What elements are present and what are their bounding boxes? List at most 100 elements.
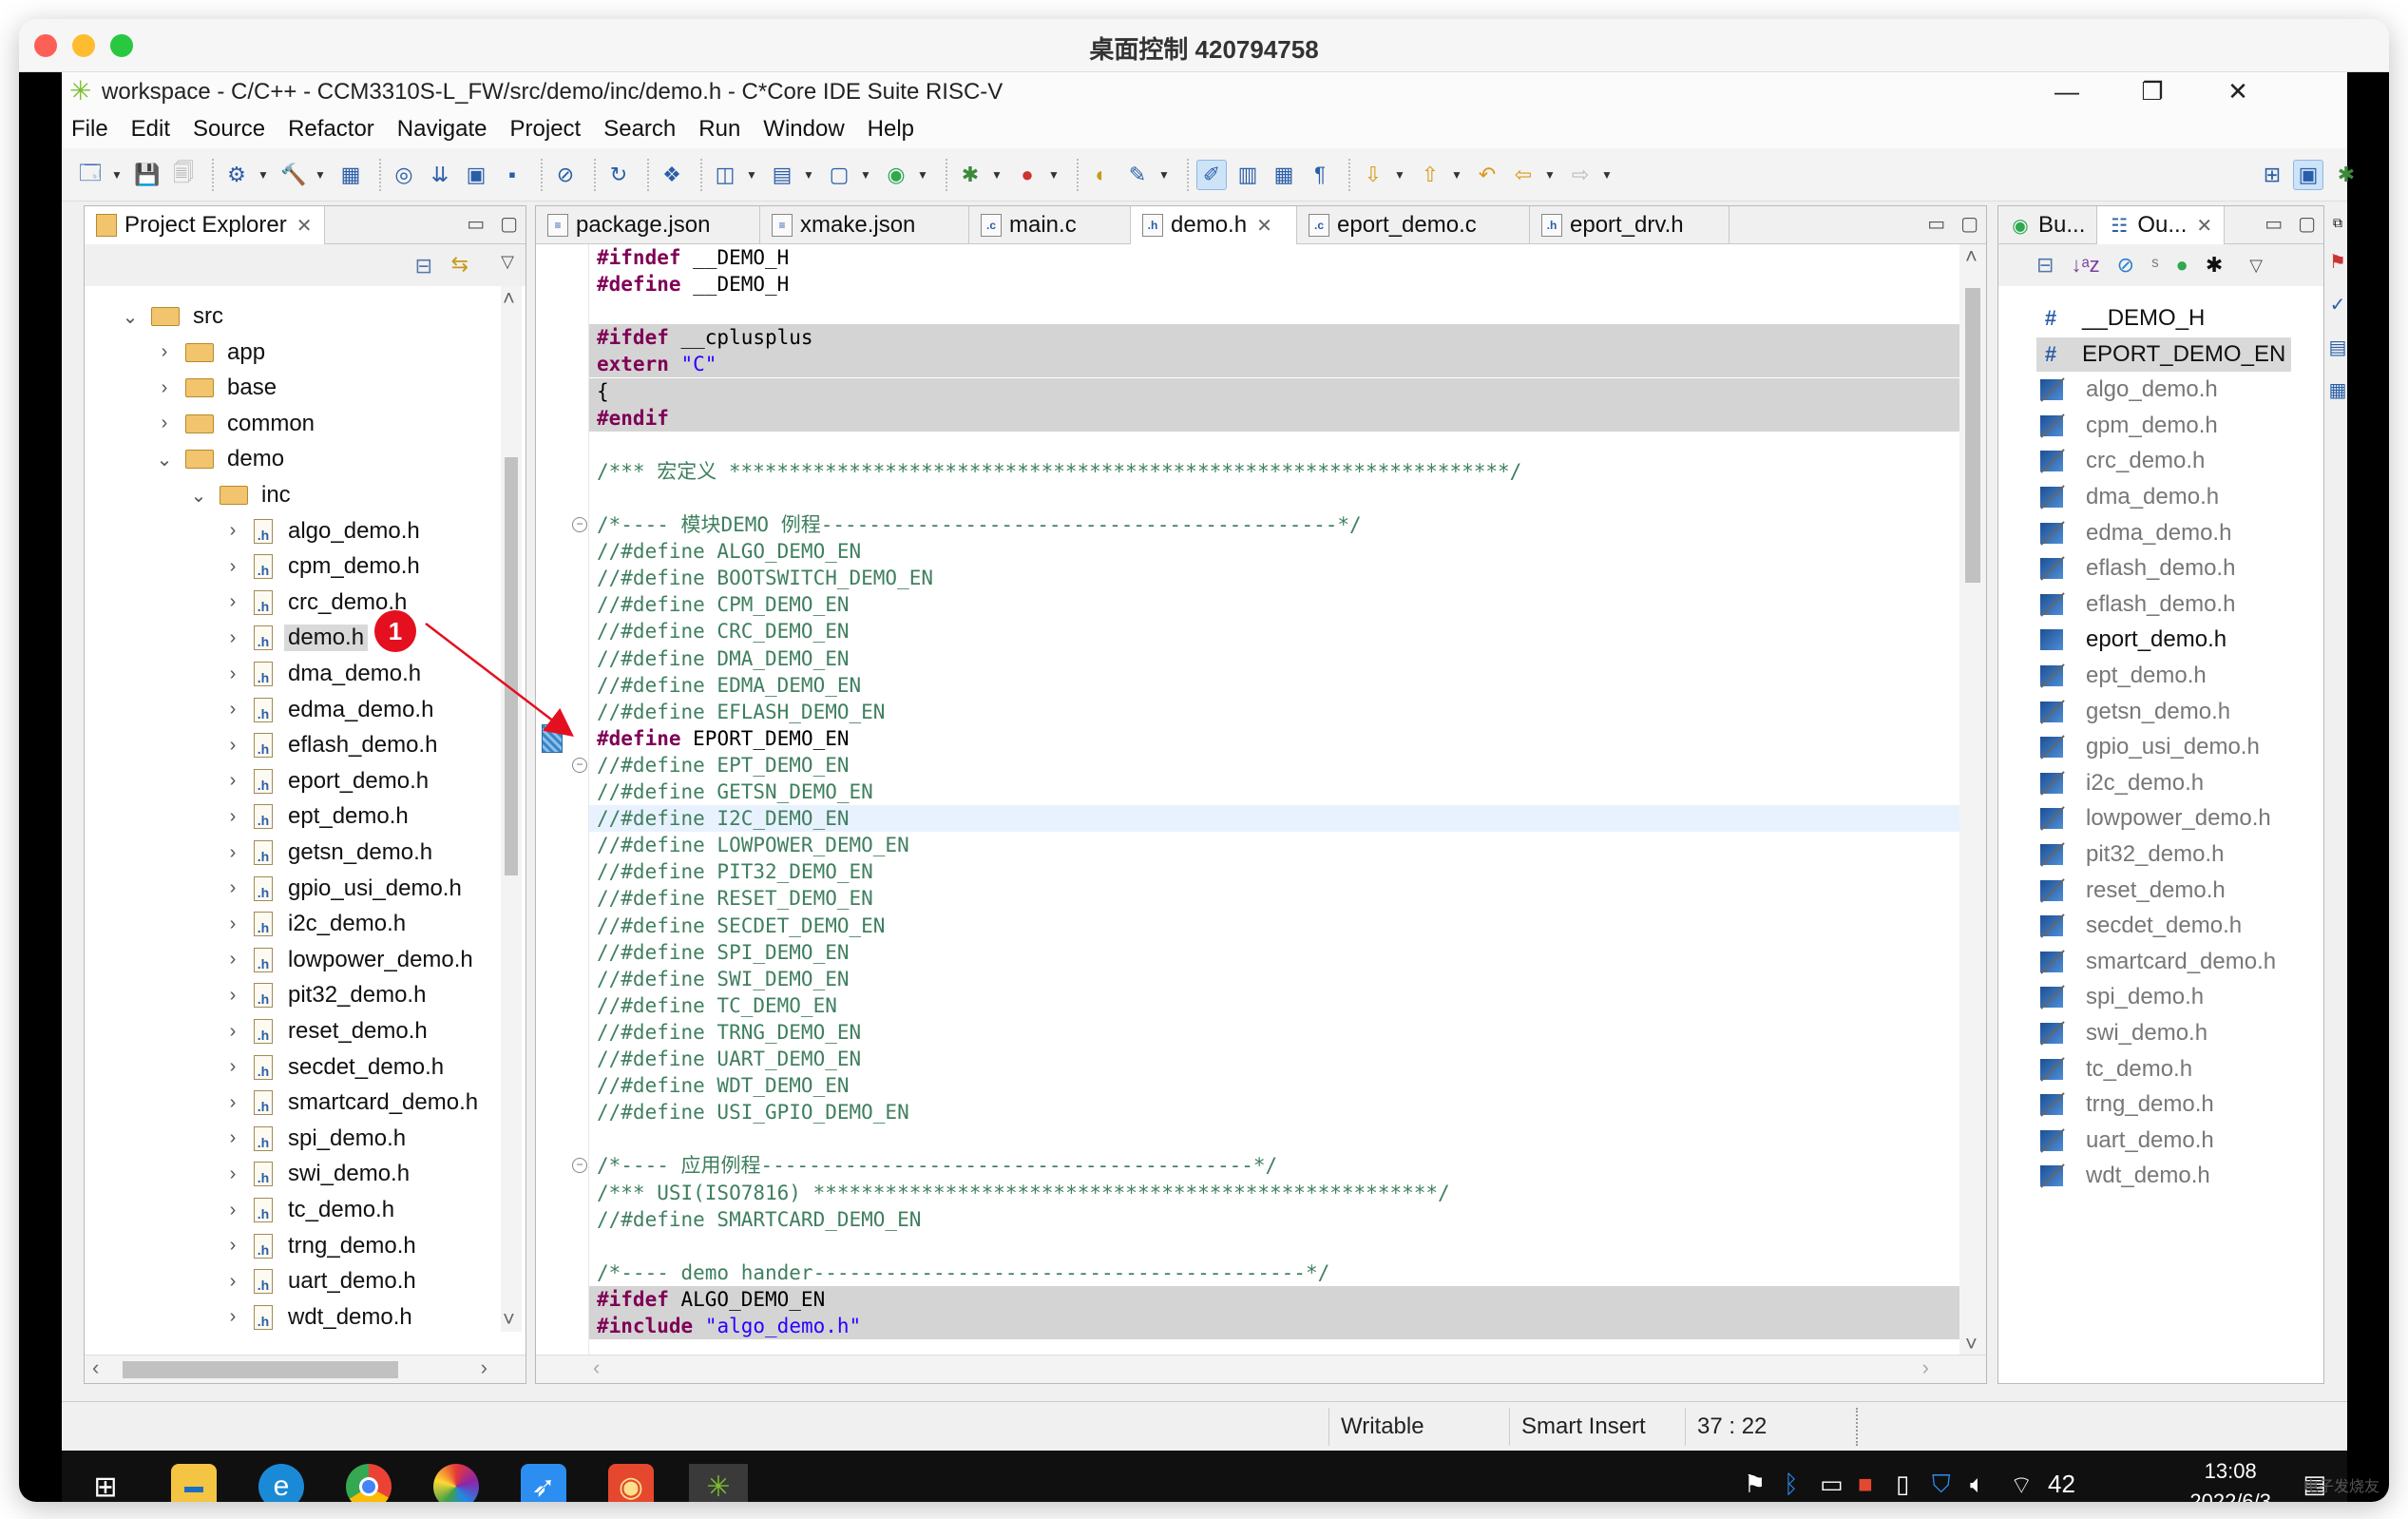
- code-line[interactable]: //#define EPT_DEMO_EN: [589, 752, 1961, 779]
- code-line[interactable]: #endif: [589, 404, 1961, 432]
- code-line[interactable]: //#define EFLASH_DEMO_EN: [589, 699, 1961, 725]
- tree-file[interactable]: › .h eport_demo.h: [221, 764, 432, 798]
- chevron-right-icon[interactable]: ›: [221, 913, 244, 935]
- debug-config-icon[interactable]: ◎: [389, 160, 419, 190]
- security-shield-icon[interactable]: ⛉: [1932, 1470, 1951, 1500]
- fold-toggle-icon[interactable]: −: [572, 517, 587, 532]
- minimize-view-icon[interactable]: ▭: [1927, 212, 1945, 236]
- menu-search[interactable]: Search: [603, 116, 676, 143]
- hide-fields-icon[interactable]: ⊘: [2117, 253, 2134, 278]
- hide-macros-icon[interactable]: ✱: [2206, 253, 2223, 278]
- editor-tab[interactable]: .c eport_demo.c: [1297, 206, 1530, 244]
- code-line[interactable]: //#define GETSN_DEMO_EN: [589, 779, 1961, 805]
- forward-icon[interactable]: ⇨: [1565, 160, 1596, 190]
- chrome-icon[interactable]: [346, 1464, 392, 1502]
- skip-icon[interactable]: ⊘: [550, 160, 581, 190]
- editor-vertical-scrollbar[interactable]: ˄ ˅: [1959, 244, 1986, 1356]
- search-pencil-icon[interactable]: ✎: [1122, 160, 1153, 190]
- volume-icon[interactable]: 🔈︎: [1970, 1470, 1985, 1500]
- code-line[interactable]: //#define EDMA_DEMO_EN: [589, 672, 1961, 699]
- tree-folder[interactable]: ⌄ demo: [153, 442, 288, 476]
- ccore-ide-icon[interactable]: ✳: [689, 1464, 748, 1502]
- code-line[interactable]: /*** USI(ISO7816) **********************…: [589, 1180, 1961, 1206]
- code-line[interactable]: //#define SMARTCARD_DEMO_EN: [589, 1206, 1961, 1233]
- code-line[interactable]: //#define ALGO_DEMO_EN: [589, 538, 1961, 565]
- editor-tab[interactable]: .h demo.h ✕: [1131, 206, 1297, 244]
- scrollbar-thumb[interactable]: [505, 457, 518, 875]
- open-type-icon[interactable]: ◐: [1086, 160, 1117, 190]
- block-select-icon[interactable]: ▥: [1233, 160, 1263, 190]
- change-marker-icon[interactable]: [542, 723, 563, 753]
- windows-start-icon[interactable]: ⊞: [83, 1464, 128, 1503]
- chevron-right-icon[interactable]: ›: [153, 341, 176, 363]
- code-line[interactable]: /*---- 模块DEMO 例程------------------------…: [589, 511, 1961, 538]
- dropdown-arrow-icon[interactable]: ▼: [991, 168, 1003, 182]
- bluetooth-icon[interactable]: ᛒ: [1784, 1470, 1799, 1499]
- next-annotation-icon[interactable]: ⇩: [1358, 160, 1388, 190]
- console-icon[interactable]: ▪: [497, 160, 527, 190]
- explorer-horizontal-scrollbar[interactable]: ‹ ›: [85, 1355, 526, 1383]
- tree-file[interactable]: › .h pit32_demo.h: [221, 978, 430, 1012]
- tree-folder[interactable]: ⌄ src: [119, 299, 227, 334]
- outline-include[interactable]: eflash_demo.h: [2036, 551, 2235, 586]
- chevron-right-icon[interactable]: ›: [153, 377, 176, 399]
- outline-include[interactable]: dma_demo.h: [2036, 480, 2219, 514]
- scrollbar-thumb[interactable]: [123, 1361, 398, 1378]
- chevron-right-icon[interactable]: ›: [221, 556, 244, 578]
- menu-refactor[interactable]: Refactor: [288, 116, 374, 143]
- chevron-right-icon[interactable]: ›: [221, 1056, 244, 1078]
- outline-tab[interactable]: ☷ Ou... ✕: [2097, 206, 2226, 244]
- chevron-right-icon[interactable]: ›: [221, 1200, 244, 1221]
- code-line[interactable]: [589, 1233, 1961, 1259]
- code-line[interactable]: //#define DMA_DEMO_EN: [589, 645, 1961, 672]
- faststone-icon[interactable]: ◉: [608, 1464, 654, 1502]
- code-line[interactable]: [589, 432, 1961, 458]
- outline-include[interactable]: algo_demo.h: [2036, 373, 2218, 407]
- chevron-right-icon[interactable]: ›: [221, 1021, 244, 1043]
- outline-tab[interactable]: ◉ Bu...: [1998, 206, 2098, 244]
- run-green-icon[interactable]: ◉: [881, 160, 911, 190]
- last-edit-icon[interactable]: ↶: [1472, 160, 1502, 190]
- outline-macro[interactable]: # __DEMO_H: [2036, 301, 2206, 336]
- minimize-view-icon[interactable]: ▭: [467, 212, 485, 236]
- outline-include[interactable]: pit32_demo.h: [2036, 837, 2224, 872]
- chevron-down-icon[interactable]: ⌄: [153, 448, 176, 471]
- problems-icon[interactable]: ⚑: [2329, 250, 2346, 274]
- code-line[interactable]: //#define RESET_DEMO_EN: [589, 885, 1961, 912]
- code-line[interactable]: [589, 485, 1961, 511]
- power-icon[interactable]: ▭: [1820, 1470, 1844, 1499]
- scroll-up-icon[interactable]: ˄: [1965, 244, 1978, 269]
- editor-tab[interactable]: ≡ xmake.json: [760, 206, 969, 244]
- code-editor[interactable]: #ifndef __DEMO_H #define __DEMO_H #ifdef _…: [536, 244, 1961, 1356]
- tree-file[interactable]: › .h demo.h: [221, 621, 369, 655]
- tree-file[interactable]: › .h i2c_demo.h: [221, 907, 410, 941]
- dropdown-arrow-icon[interactable]: ▼: [1544, 168, 1556, 182]
- code-line[interactable]: #define __DEMO_H: [589, 271, 1961, 298]
- restore-icon[interactable]: ⧉: [2333, 215, 2342, 231]
- scroll-down-icon[interactable]: ˅: [1965, 1332, 1978, 1356]
- tree-file[interactable]: › .h eflash_demo.h: [221, 728, 441, 762]
- outline-macro[interactable]: # EPORT_DEMO_EN: [2036, 336, 2292, 372]
- edge-icon[interactable]: e: [258, 1464, 304, 1502]
- chevron-right-icon[interactable]: ›: [221, 663, 244, 685]
- chevron-right-icon[interactable]: ›: [221, 1271, 244, 1293]
- code-line[interactable]: //#define SWI_DEMO_EN: [589, 966, 1961, 992]
- hide-static-icon[interactable]: ˢ: [2151, 253, 2158, 278]
- outline-include[interactable]: uart_demo.h: [2036, 1124, 2214, 1158]
- code-line[interactable]: [589, 1125, 1961, 1152]
- chevron-right-icon[interactable]: ›: [221, 985, 244, 1007]
- flash-icon[interactable]: ⇊: [425, 160, 455, 190]
- code-line[interactable]: #ifdef __cplusplus: [589, 324, 1961, 352]
- link-with-editor-icon[interactable]: ⇆: [451, 252, 468, 277]
- menu-file[interactable]: File: [71, 116, 108, 143]
- chevron-right-icon[interactable]: ›: [221, 806, 244, 828]
- tree-file[interactable]: › .h cpm_demo.h: [221, 549, 424, 584]
- tree-file[interactable]: › .h trng_demo.h: [221, 1229, 420, 1263]
- tree-file[interactable]: › .h lowpower_demo.h: [221, 943, 477, 977]
- code-line[interactable]: {: [589, 377, 1961, 405]
- dropdown-arrow-icon[interactable]: ▼: [917, 168, 928, 182]
- code-line[interactable]: //#define BOOTSWITCH_DEMO_EN: [589, 565, 1961, 591]
- chevron-down-icon[interactable]: ⌄: [187, 484, 210, 508]
- cpu-icon[interactable]: ▣: [461, 160, 491, 190]
- chevron-right-icon[interactable]: ›: [221, 1092, 244, 1114]
